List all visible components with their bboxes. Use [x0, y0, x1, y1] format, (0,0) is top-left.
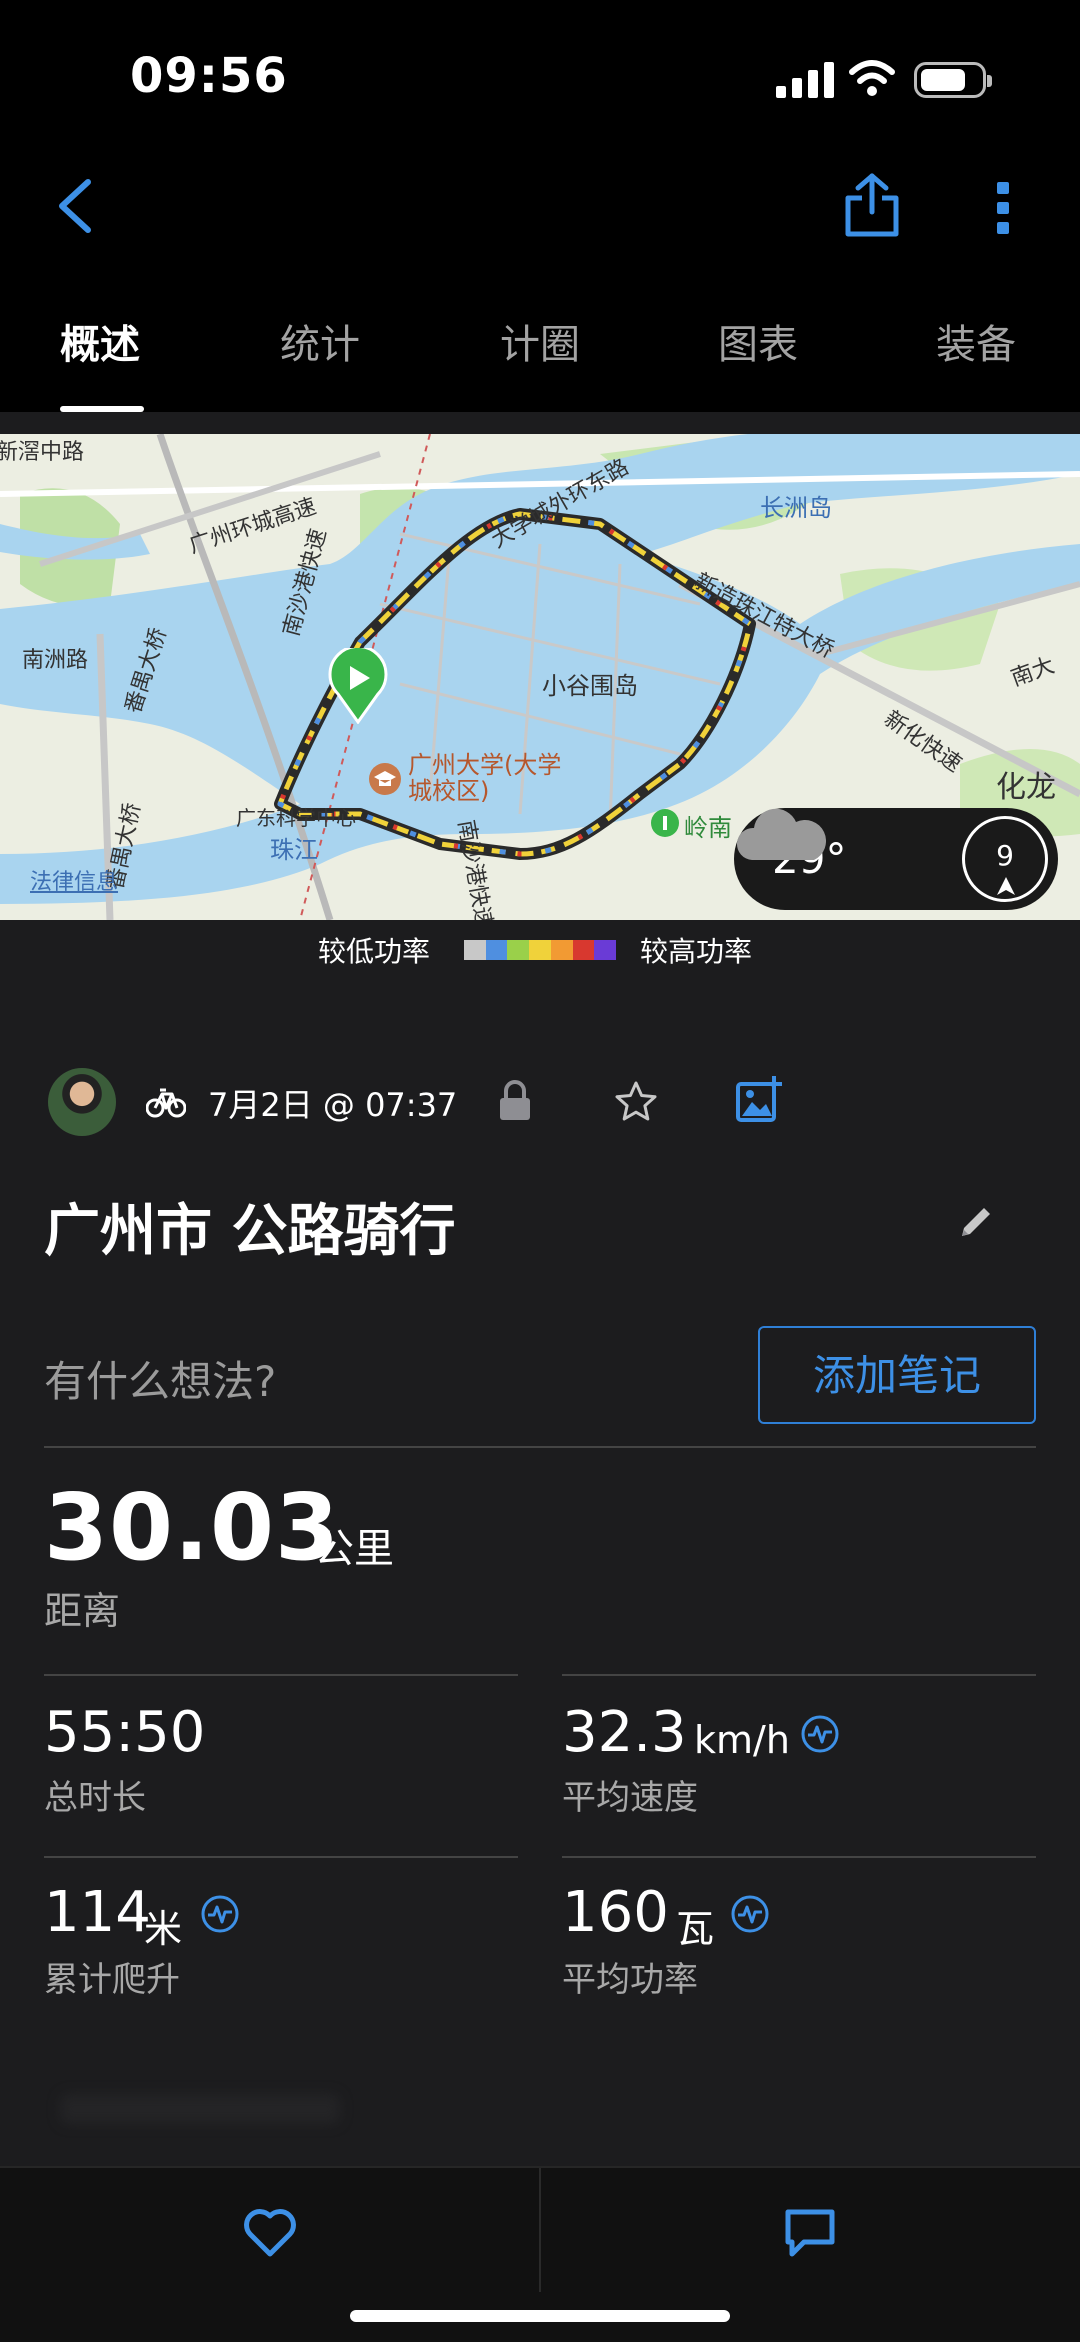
wind-indicator: 9 — [962, 816, 1048, 902]
top-bar: 09:56 概述 统计 计圈 图表 装备 — [0, 0, 1080, 412]
map-label: 南洲路 — [22, 648, 89, 673]
start-marker-icon — [328, 648, 388, 724]
home-indicator — [350, 2310, 730, 2322]
legal-info-link[interactable]: 法律信息 — [30, 864, 118, 896]
tab-gear[interactable]: 装备 — [936, 312, 1016, 370]
park-poi-icon — [651, 809, 679, 837]
route-map[interactable]: 新滘中路 广州环城高速 南沙港快速 南洲路 番禺大桥 番禺大桥 大学城外环东路 … — [0, 434, 1080, 920]
avg-power-label: 平均功率 — [562, 1960, 698, 2000]
tab-charts[interactable]: 图表 — [718, 312, 798, 370]
wifi-icon — [849, 60, 895, 96]
total-time-value: 55:50 — [44, 1700, 206, 1765]
add-note-button[interactable]: 添加笔记 — [758, 1326, 1036, 1424]
divider — [539, 2168, 541, 2292]
legend-swatch — [572, 940, 595, 960]
elevation-gain-unit: 米 — [144, 1907, 183, 1951]
avg-speed-unit: km/h — [694, 1718, 790, 1762]
activity-title: 广州市 公路骑行 — [44, 1199, 456, 1264]
elevation-gain-value: 114 — [44, 1880, 151, 1945]
tab-overview[interactable]: 概述 — [60, 312, 140, 370]
map-label: 广州大学(大学城校区) — [408, 751, 562, 805]
tab-stats[interactable]: 统计 — [280, 312, 360, 370]
legend-swatch — [485, 940, 508, 960]
divider — [44, 1674, 518, 1676]
map-label: 广东科学中心 — [236, 806, 356, 830]
activity-date: 7月2日 @ 07:37 — [208, 1086, 458, 1124]
legend-swatch — [529, 940, 551, 960]
divider — [44, 1446, 1036, 1448]
back-button[interactable] — [50, 176, 100, 236]
blurred-content — [60, 2094, 340, 2124]
bottom-action-bar — [0, 2166, 1080, 2342]
legend-low-label: 较低功率 — [318, 935, 431, 968]
university-poi-icon — [369, 763, 401, 795]
wind-speed: 9 — [996, 839, 1014, 872]
battery-icon — [914, 62, 992, 98]
avg-speed-value: 32.3 — [562, 1700, 687, 1765]
divider — [562, 1674, 1036, 1676]
map-label: 岭南 — [684, 814, 732, 842]
comment-button[interactable] — [782, 2206, 838, 2258]
map-label: 小谷围岛 — [542, 672, 638, 700]
avg-power-value: 160 — [562, 1880, 669, 1945]
share-button[interactable] — [842, 172, 902, 238]
thoughts-input[interactable]: 有什么想法? — [44, 1348, 276, 1409]
distance-unit: 公里 — [314, 1526, 394, 1572]
cellular-signal-icon — [776, 62, 836, 98]
legend-color-bar — [464, 940, 617, 960]
status-time: 09:56 — [130, 48, 288, 104]
distance-value: 30.03 — [44, 1474, 341, 1581]
bike-icon — [146, 1088, 186, 1118]
heart-rate-metric-icon[interactable] — [200, 1894, 240, 1934]
map-label: 化龙 — [996, 770, 1056, 805]
power-legend: 较低功率 较高功率 — [0, 930, 1080, 970]
tab-laps[interactable]: 计圈 — [500, 312, 580, 370]
star-icon[interactable] — [614, 1080, 658, 1122]
legend-swatch — [594, 940, 617, 960]
elevation-gain-label: 累计爬升 — [44, 1960, 180, 2000]
legend-swatch — [464, 940, 486, 960]
map-label: 长洲岛 — [760, 494, 832, 522]
cloud-icon — [737, 808, 826, 860]
map-label: 珠江 — [270, 836, 318, 864]
like-button[interactable] — [242, 2206, 298, 2258]
edit-pencil-icon[interactable] — [958, 1204, 994, 1240]
map-label: 新滘中路 — [0, 440, 85, 465]
avg-speed-label: 平均速度 — [562, 1778, 698, 1818]
total-time-label: 总时长 — [44, 1778, 146, 1818]
legend-high-label: 较高功率 — [640, 935, 753, 968]
lock-icon[interactable] — [498, 1080, 532, 1120]
divider — [44, 1856, 518, 1858]
heart-rate-metric-icon[interactable] — [800, 1714, 840, 1754]
legend-swatch — [550, 940, 573, 960]
heart-rate-metric-icon[interactable] — [730, 1894, 770, 1934]
wind-direction-icon — [997, 877, 1015, 895]
tab-bar: 概述 统计 计圈 图表 装备 — [0, 300, 1080, 412]
active-tab-indicator — [60, 406, 144, 412]
more-options-button[interactable] — [988, 178, 1018, 238]
avg-power-unit: 瓦 — [676, 1907, 715, 1951]
add-photo-icon[interactable] — [736, 1076, 782, 1122]
weather-badge: 29° 9 — [734, 808, 1058, 910]
divider — [562, 1856, 1036, 1858]
distance-label: 距离 — [44, 1589, 121, 1633]
legend-swatch — [507, 940, 530, 960]
avatar[interactable] — [48, 1068, 116, 1136]
